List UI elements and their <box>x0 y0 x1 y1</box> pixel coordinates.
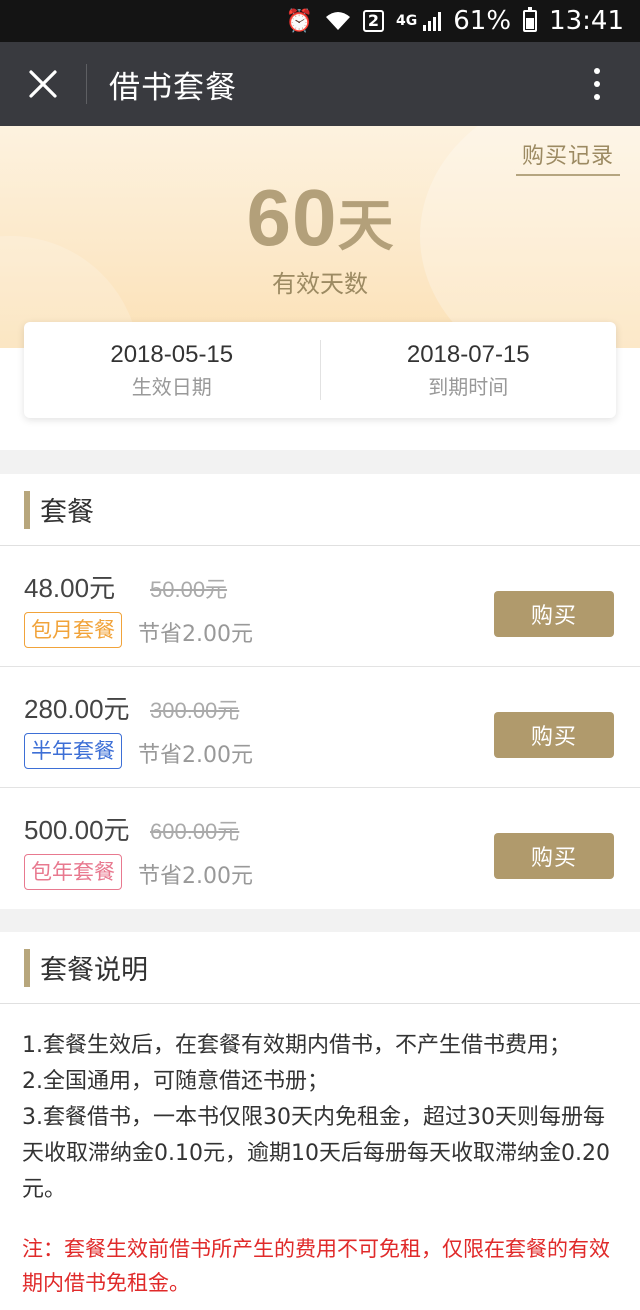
packages-section: 套餐 48.00元 50.00元 包月套餐 节省2.00元 购买 280.00元… <box>0 474 640 909</box>
start-date-value: 2018-05-15 <box>110 340 234 368</box>
battery-icon <box>523 7 538 32</box>
buy-button[interactable]: 购买 <box>494 591 614 637</box>
package-row-monthly: 48.00元 50.00元 包月套餐 节省2.00元 购买 <box>0 546 640 667</box>
buy-button[interactable]: 购买 <box>494 833 614 879</box>
end-date-value: 2018-07-15 <box>406 340 530 368</box>
section-accent-bar <box>24 490 30 529</box>
package-row-yearly: 500.00元 600.00元 包年套餐 节省2.00元 购买 <box>0 788 640 909</box>
package-row-half-year: 280.00元 300.00元 半年套餐 节省2.00元 购买 <box>0 667 640 788</box>
more-vertical-icon[interactable] <box>554 42 640 126</box>
package-price: 280.00元 <box>24 694 130 724</box>
description-line: 3.套餐借书，一本书仅限30天内免租金，超过30天则每册每天收取滞纳金0.10元… <box>22 1105 610 1202</box>
package-tag: 半年套餐 <box>24 733 122 769</box>
package-saving: 节省2.00元 <box>138 864 253 889</box>
purchase-record-link[interactable]: 购买记录 <box>515 138 620 176</box>
nav-bar: 借书套餐 <box>0 42 640 126</box>
valid-days: 60天 <box>0 172 640 264</box>
package-original-price: 50.00元 <box>150 577 228 602</box>
description-text: 1.套餐生效后，在套餐有效期内借书，不产生借书费用； 2.全国通用，可随意借还书… <box>0 1004 640 1208</box>
package-tag: 包年套餐 <box>24 854 122 890</box>
note-text: 注：套餐生效前借书所产生的费用不可免租，仅限在套餐的有效期内借书免租金。 <box>22 1237 610 1295</box>
description-line: 2.全国通用，可随意借还书册； <box>22 1069 329 1094</box>
battery-percent: 61% <box>453 6 512 36</box>
alarm-icon: ⏰ <box>285 8 313 34</box>
clock: 13:41 <box>549 6 624 36</box>
description-line: 1.套餐生效后，在套餐有效期内借书，不产生借书费用； <box>22 1033 571 1058</box>
package-tag: 包月套餐 <box>24 612 122 648</box>
start-date: 2018-05-15 生效日期 <box>24 341 320 400</box>
description-section: 套餐说明 1.套餐生效后，在套餐有效期内借书，不产生借书费用； 2.全国通用，可… <box>0 932 640 1310</box>
hero-banner: 购买记录 60天 有效天数 <box>0 126 640 348</box>
page-title: 借书套餐 <box>109 69 237 106</box>
end-date: 2018-07-15 到期时间 <box>321 341 617 400</box>
package-original-price: 600.00元 <box>150 819 240 844</box>
buy-button[interactable]: 购买 <box>494 712 614 758</box>
sim-badge: 2 <box>362 10 385 32</box>
wifi-icon <box>325 10 351 32</box>
section-title: 套餐说明 <box>40 955 148 986</box>
signal-icon <box>423 11 442 31</box>
section-header: 套餐 <box>0 474 640 546</box>
valid-days-unit: 天 <box>337 194 394 259</box>
section-accent-bar <box>24 948 30 987</box>
status-bar: ⏰ 2 4G 61% 13:41 <box>0 0 640 42</box>
end-date-label: 到期时间 <box>428 374 509 399</box>
section-title: 套餐 <box>40 497 94 528</box>
date-card: 2018-05-15 生效日期 2018-07-15 到期时间 <box>24 322 616 418</box>
package-price: 500.00元 <box>24 815 130 845</box>
close-icon[interactable] <box>0 42 86 126</box>
valid-days-value: 60 <box>246 173 338 262</box>
valid-days-label: 有效天数 <box>272 270 368 298</box>
section-header: 套餐说明 <box>0 932 640 1004</box>
package-saving: 节省2.00元 <box>138 622 253 647</box>
package-price: 48.00元 <box>24 573 116 603</box>
network-type: 4G <box>396 13 418 29</box>
package-saving: 节省2.00元 <box>138 743 253 768</box>
start-date-label: 生效日期 <box>131 374 212 399</box>
package-original-price: 300.00元 <box>150 698 240 723</box>
